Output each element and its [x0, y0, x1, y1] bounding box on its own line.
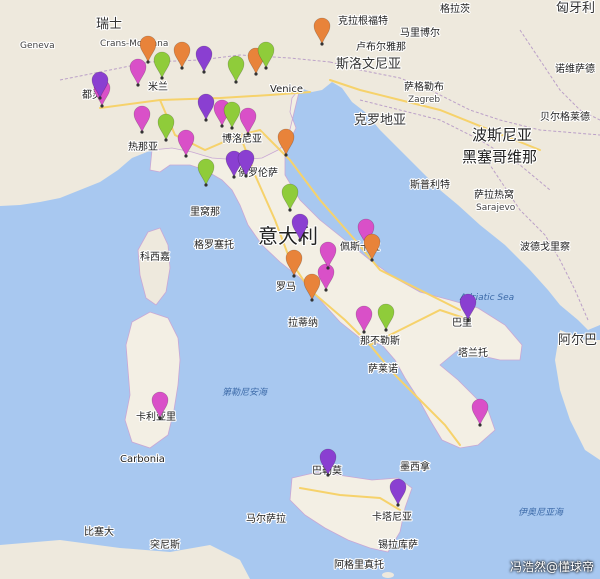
pin-point [158, 416, 162, 420]
pin-point [326, 266, 330, 270]
label-hungary: 匈牙利 [556, 1, 595, 16]
label-messina: 墨西拿 [400, 460, 430, 473]
pin-point [326, 473, 330, 477]
pin-point [160, 76, 164, 80]
map-pin[interactable] [197, 158, 215, 187]
label-sarajevo: Sarajevo [476, 203, 516, 213]
label-bosnia: 波斯尼亚 [472, 126, 532, 144]
balkan-coast [555, 330, 600, 460]
label-tunis: 突尼斯 [150, 538, 180, 551]
label-taranto: 塔兰托 [458, 346, 488, 359]
label-slovenia: 斯洛文尼亚 [336, 57, 401, 72]
pin-point [180, 66, 184, 70]
pin-point [202, 70, 206, 74]
pin-point [284, 153, 288, 157]
pin-point [362, 330, 366, 334]
sardinia [124, 311, 181, 449]
pin-point [384, 328, 388, 332]
credit-text: 冯浩然@懂球帝 [509, 560, 594, 574]
label-genoa: 热那亚 [128, 140, 158, 153]
pin-point [204, 183, 208, 187]
pin-point [324, 288, 328, 292]
pin-point [264, 66, 268, 70]
label-geneva: Geneva [20, 41, 55, 51]
label-agrigento: 阿格里真托 [334, 558, 384, 571]
pin-point [244, 174, 248, 178]
pin-point [310, 298, 314, 302]
pin-point [100, 104, 104, 108]
label-belgrade: 贝尔格莱德 [540, 110, 590, 123]
label-podgorica: 波德戈里察 [520, 240, 570, 253]
pin-point [292, 274, 296, 278]
label-venice: Venice [270, 84, 303, 95]
label-livorno: 里窝那 [190, 205, 220, 218]
pin-point [320, 42, 324, 46]
label-albania: 阿尔巴 [558, 333, 597, 348]
corsica [137, 227, 171, 306]
label-herzegovina: 黑塞哥维那 [462, 148, 537, 166]
label-zagreb-cn: 萨格勒布 [404, 80, 444, 93]
label-salerno: 萨莱诺 [368, 363, 398, 375]
pin-point [184, 154, 188, 158]
label-cagliari: 卡利亚里 [136, 410, 176, 423]
pin-point [204, 118, 208, 122]
north-africa [0, 540, 250, 579]
label-rome: 罗马 [276, 281, 296, 293]
pin-point [136, 83, 140, 87]
label-grosseto: 格罗塞托 [194, 238, 234, 251]
pin-point [478, 423, 482, 427]
pin-point [164, 138, 168, 142]
label-carbonia-cn: Carbonia [120, 454, 165, 465]
pin-point [98, 96, 102, 100]
pin-point [146, 60, 150, 64]
pin-point [396, 503, 400, 507]
pin-point [298, 238, 302, 242]
label-bizerte: 比塞大 [84, 525, 114, 538]
label-naples: 那不勒斯 [360, 334, 400, 347]
label-zagreb: Zagreb [408, 95, 440, 105]
malta [382, 572, 394, 578]
label-klagenfurt: 克拉根福特 [338, 14, 388, 27]
pin-point [466, 318, 470, 322]
map-canvas[interactable]: Adriatic Sea 第勒尼安海 伊奥尼亚海 瑞士 斯洛文尼亚 克罗地亚 波… [0, 0, 600, 579]
pin-point [230, 126, 234, 130]
label-ionian: 伊奥尼亚海 [518, 507, 565, 518]
label-corsica: 科西嘉 [140, 250, 170, 263]
label-crans: Crans-Montana [100, 39, 168, 49]
label-bologna: 博洛尼亚 [222, 132, 262, 145]
label-sarajevo-cn: 萨拉热窝 [474, 188, 514, 201]
label-graz: 格拉茨 [440, 2, 470, 15]
label-catania: 卡塔尼亚 [372, 510, 412, 523]
label-marsala: 马尔萨拉 [246, 512, 286, 525]
label-ljubljana: 卢布尔雅那 [356, 40, 406, 53]
pin-point [254, 72, 258, 76]
pin-point [232, 175, 236, 179]
label-tyrrhenian: 第勒尼安海 [222, 387, 269, 398]
label-switzerland: 瑞士 [96, 17, 122, 32]
label-latina: 拉蒂纳 [288, 316, 318, 329]
pin-point [234, 80, 238, 84]
pin-point [140, 130, 144, 134]
label-milan: 米兰 [148, 80, 168, 93]
label-croatia: 克罗地亚 [354, 113, 406, 128]
pin-point [246, 132, 250, 136]
label-novisad: 诺维萨德 [555, 62, 595, 75]
pin-point [220, 124, 224, 128]
label-syracuse: 锡拉库萨 [378, 538, 418, 551]
label-split: 斯普利特 [410, 178, 450, 191]
pin-point [288, 208, 292, 212]
label-maribor: 马里博尔 [400, 26, 440, 39]
label-italy: 意大利 [258, 224, 318, 248]
pin-point [370, 258, 374, 262]
